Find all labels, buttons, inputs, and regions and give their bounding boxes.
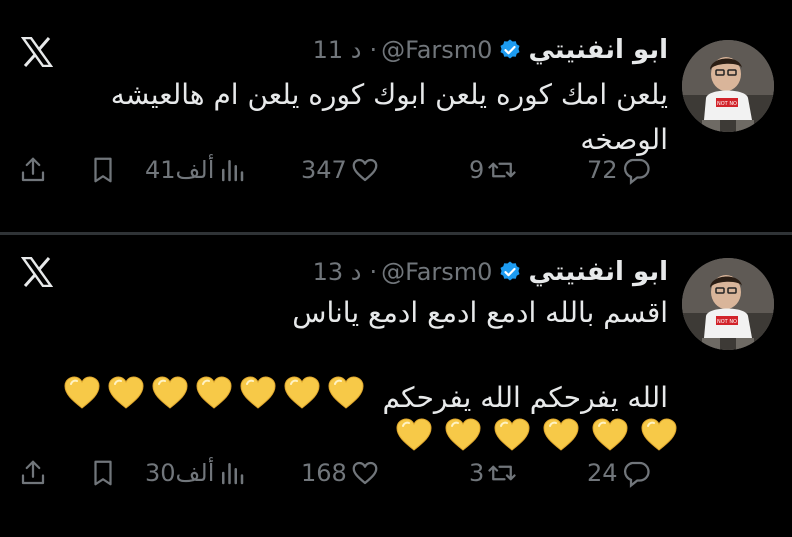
reply-button[interactable]: 72 xyxy=(584,155,651,185)
heart-icon xyxy=(350,155,380,185)
bookmark-button[interactable] xyxy=(88,155,118,185)
share-button[interactable] xyxy=(18,155,48,185)
like-count: 347 xyxy=(301,156,347,184)
views-count: 41ألف xyxy=(145,156,215,184)
tweet-text: يلعن امك كوره يلعن ابوك كوره يلعن ام هال… xyxy=(48,72,668,162)
retweet-icon xyxy=(487,155,517,185)
retweet-button[interactable]: 9 xyxy=(466,155,517,185)
yellow-heart-emoji xyxy=(240,376,276,410)
heart-icon xyxy=(350,458,380,488)
user-handle[interactable]: @Farsm0 xyxy=(381,36,492,64)
tweet-text-line: اقسم بالله ادمع ادمع ادمع ياناس xyxy=(292,296,668,329)
share-button[interactable] xyxy=(18,458,48,488)
retweet-count: 3 xyxy=(469,459,485,487)
tweet-card[interactable]: 11 د · @Farsm0 ابو انفنيتي يلعن امك كوره… xyxy=(0,0,792,232)
yellow-heart-emoji xyxy=(641,418,677,452)
yellow-heart-emoji xyxy=(108,376,144,410)
views-button[interactable]: 30ألف xyxy=(142,458,247,488)
x-logo-icon[interactable] xyxy=(21,37,53,67)
reply-count: 72 xyxy=(587,156,618,184)
tweet-card[interactable]: 13 د · @Farsm0 ابو انفنيتي اقسم بالله اد… xyxy=(0,235,792,537)
avatar[interactable] xyxy=(682,40,774,132)
emoji-row xyxy=(64,376,364,410)
share-icon xyxy=(18,155,48,185)
yellow-heart-emoji xyxy=(328,376,364,410)
retweet-button[interactable]: 3 xyxy=(466,458,517,488)
yellow-heart-emoji xyxy=(494,418,530,452)
x-logo-icon[interactable] xyxy=(21,257,53,287)
reply-icon xyxy=(621,155,651,185)
verified-badge-icon xyxy=(498,38,522,62)
yellow-heart-emoji xyxy=(396,418,432,452)
bookmark-icon xyxy=(88,458,118,488)
reply-button[interactable]: 24 xyxy=(584,458,651,488)
views-icon xyxy=(217,458,247,488)
tweet-header: 11 د · @Farsm0 ابو انفنيتي xyxy=(313,33,668,67)
avatar[interactable] xyxy=(682,258,774,350)
tweet-time[interactable]: 11 د xyxy=(313,36,362,64)
yellow-heart-emoji xyxy=(196,376,232,410)
user-name[interactable]: ابو انفنيتي xyxy=(528,257,668,287)
yellow-heart-emoji xyxy=(64,376,100,410)
share-icon xyxy=(18,458,48,488)
yellow-heart-emoji xyxy=(152,376,188,410)
retweet-count: 9 xyxy=(469,156,485,184)
yellow-heart-emoji xyxy=(592,418,628,452)
views-count: 30ألف xyxy=(145,459,215,487)
views-icon xyxy=(217,155,247,185)
like-button[interactable]: 347 xyxy=(298,155,380,185)
views-button[interactable]: 41ألف xyxy=(142,155,247,185)
user-handle[interactable]: @Farsm0 xyxy=(381,258,492,286)
tweet-text-line: يلعن امك كوره يلعن ابوك كوره يلعن ام هال… xyxy=(110,78,668,111)
bookmark-icon xyxy=(88,155,118,185)
yellow-heart-emoji xyxy=(284,376,320,410)
like-button[interactable]: 168 xyxy=(298,458,380,488)
emoji-row xyxy=(396,418,677,452)
retweet-icon xyxy=(487,458,517,488)
separator-dot: · xyxy=(369,36,378,64)
separator-dot: · xyxy=(369,258,378,286)
reply-icon xyxy=(621,458,651,488)
bookmark-button[interactable] xyxy=(88,458,118,488)
tweet-header: 13 د · @Farsm0 ابو انفنيتي xyxy=(313,255,668,289)
user-name[interactable]: ابو انفنيتي xyxy=(528,35,668,65)
tweet-text: اقسم بالله ادمع ادمع ادمع ياناس xyxy=(48,290,668,335)
yellow-heart-emoji xyxy=(543,418,579,452)
yellow-heart-emoji xyxy=(445,418,481,452)
like-count: 168 xyxy=(301,459,347,487)
verified-badge-icon xyxy=(498,260,522,284)
tweet-time[interactable]: 13 د xyxy=(313,258,362,286)
tweet-text-line: الله يفرحكم الله يفرحكم xyxy=(382,381,668,414)
reply-count: 24 xyxy=(587,459,618,487)
